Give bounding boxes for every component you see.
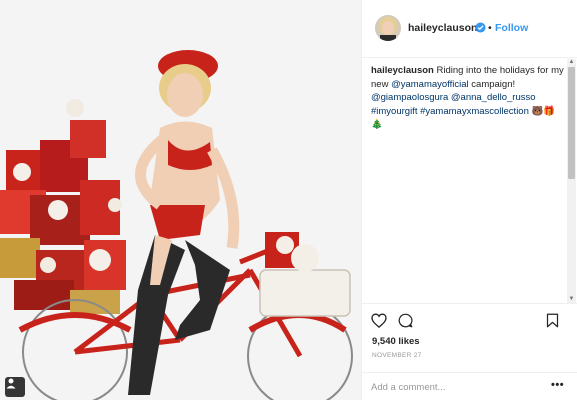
likes-count[interactable]: 9,540 likes	[372, 336, 420, 347]
comment-icon[interactable]	[398, 313, 413, 328]
caption: haileyclauson Riding into the holidays f…	[371, 64, 564, 132]
scroll-thumb[interactable]	[568, 67, 575, 179]
scroll-down-arrow-icon[interactable]: ▼	[568, 296, 575, 303]
hashtag-link[interactable]: #imyourgift	[371, 106, 417, 117]
post-header: haileyclauson • Follow	[362, 0, 577, 58]
post-image[interactable]	[0, 0, 361, 400]
comment-input[interactable]	[371, 379, 541, 395]
avatar-image	[375, 15, 401, 41]
verified-badge-icon	[475, 22, 486, 33]
person-tag-icon	[6, 378, 16, 389]
hashtag-link[interactable]: #yamamayxmascollection	[420, 106, 529, 117]
caption-text-2: campaign!	[471, 78, 516, 90]
heart-icon[interactable]	[371, 313, 387, 328]
mention-link[interactable]: @giampaolosgura	[371, 92, 448, 103]
post-photo-illustration	[0, 0, 361, 400]
post-actions: 9,540 likes NOVEMBER 27 •••	[362, 303, 577, 400]
bookmark-icon[interactable]	[546, 313, 559, 328]
more-options-icon[interactable]: •••	[551, 379, 564, 391]
caption-emoji: 🐻🎁	[531, 105, 556, 117]
avatar[interactable]	[375, 15, 401, 41]
separator-dot: •	[488, 22, 492, 34]
caption-emoji: 🎄	[371, 119, 383, 130]
tag-people-button[interactable]	[5, 377, 25, 397]
post-sidebar: haileyclauson • Follow haileyclauson Rid…	[361, 0, 577, 400]
add-comment-bar: •••	[362, 372, 577, 401]
post-date: NOVEMBER 27	[372, 352, 422, 359]
mention-link[interactable]: @yamamayofficial	[391, 79, 469, 90]
follow-button[interactable]: Follow	[495, 22, 528, 34]
caption-username[interactable]: haileyclauson	[371, 65, 434, 76]
comments-scrollbar[interactable]: ▲ ▼	[567, 59, 576, 303]
mention-link[interactable]: @anna_dello_russo	[451, 92, 536, 103]
username[interactable]: haileyclauson	[408, 22, 477, 34]
scroll-up-arrow-icon[interactable]: ▲	[568, 59, 575, 66]
